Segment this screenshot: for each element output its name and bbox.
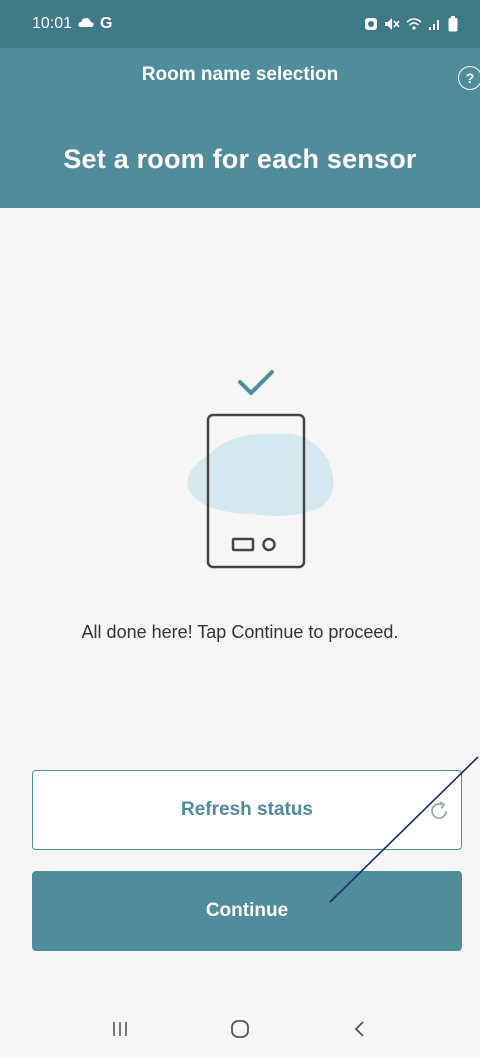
continue-button[interactable]: Continue	[32, 871, 462, 951]
illustration	[180, 362, 340, 574]
status-time: 10:01	[32, 15, 73, 32]
back-icon[interactable]	[330, 1009, 390, 1049]
refresh-status-label: Refresh status	[181, 799, 313, 820]
completion-message: All done here! Tap Continue to proceed.	[81, 622, 399, 642]
cloud-icon	[78, 15, 94, 33]
checkmark-icon	[238, 370, 274, 395]
signal-icon	[428, 17, 442, 31]
recent-apps-icon[interactable]	[90, 1009, 150, 1049]
google-g-icon: G	[100, 15, 113, 32]
help-icon[interactable]: ?	[458, 66, 480, 90]
status-right	[364, 16, 458, 32]
battery-icon	[448, 16, 458, 32]
alarm-icon	[364, 17, 378, 31]
continue-label: Continue	[205, 900, 289, 921]
nav-title: Room name selection	[141, 64, 339, 85]
status-left: 10:01 G	[32, 15, 113, 33]
refresh-icon	[427, 799, 451, 829]
blob-shape	[187, 433, 334, 516]
refresh-status-button[interactable]: Refresh status	[32, 770, 462, 850]
mute-icon	[384, 17, 400, 31]
system-nav-bar	[0, 1000, 480, 1058]
status-bar: 10:01 G	[0, 0, 480, 48]
page-title: Set a room for each sensor	[63, 144, 417, 174]
wifi-icon	[406, 17, 422, 31]
header: Room name selection ? Set a room for eac…	[0, 48, 480, 208]
home-icon[interactable]	[210, 1009, 270, 1049]
